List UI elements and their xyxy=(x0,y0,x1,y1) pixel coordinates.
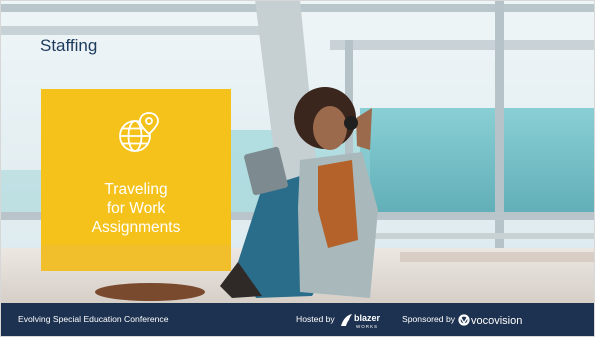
sponsored-by-label: Sponsored by xyxy=(402,314,456,324)
blazer-works-logo: blazer WORKS xyxy=(341,313,381,329)
sponsor-logo-text: vocovision xyxy=(471,315,522,327)
vocovision-logo: vocovision xyxy=(458,314,522,327)
card-line-1: Traveling xyxy=(104,181,168,198)
footer-bar: Evolving Special Education Conference Ho… xyxy=(0,303,595,337)
slide: Staffing Traveling for Work Assignments … xyxy=(0,0,595,337)
topic-card: Traveling for Work Assignments xyxy=(41,89,231,271)
card-bottom-band xyxy=(41,245,231,271)
card-line-2: for Work xyxy=(106,200,166,217)
host-logo-text: blazer xyxy=(354,313,381,323)
globe-location-pin-icon xyxy=(119,112,159,152)
host-logo-subtext: WORKS xyxy=(356,324,378,329)
hosted-by-label: Hosted by xyxy=(296,314,335,324)
card-text: Traveling for Work Assignments xyxy=(41,180,231,237)
slide-title: Staffing xyxy=(40,36,98,55)
card-line-3: Assignments xyxy=(91,219,181,236)
conference-name: Evolving Special Education Conference xyxy=(18,314,169,324)
